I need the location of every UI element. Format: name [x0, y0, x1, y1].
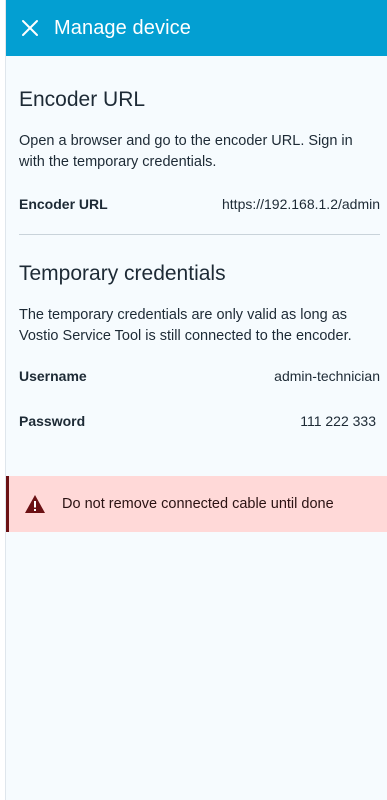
- divider: [19, 234, 380, 235]
- encoder-url-description: Open a browser and go to the encoder URL…: [19, 133, 353, 170]
- main-content: Encoder URL Open a browser and go to the…: [6, 87, 387, 431]
- password-row: Password 111 222 333: [19, 411, 380, 431]
- close-button[interactable]: [6, 0, 54, 56]
- page-title: Manage device: [54, 16, 191, 39]
- warning-triangle-icon: [24, 493, 46, 515]
- top-app-bar: Manage device: [6, 0, 387, 56]
- password-value[interactable]: 111 222 333: [300, 413, 376, 429]
- encoder-url-heading: Encoder URL: [19, 88, 146, 111]
- warning-text: Do not remove connected cable until done: [62, 496, 334, 512]
- close-icon: [21, 19, 39, 37]
- encoder-url-value[interactable]: https://192.168.1.2/admin: [222, 196, 380, 212]
- username-label: Username: [19, 368, 87, 384]
- encoder-url-label: Encoder URL: [19, 196, 108, 212]
- encoder-url-row: Encoder URL https://192.168.1.2/admin: [19, 194, 380, 214]
- temporary-credentials-description: The temporary credentials are only valid…: [19, 307, 352, 344]
- manage-device-screen: Manage device Encoder URL Open a browser…: [5, 0, 387, 800]
- password-label: Password: [19, 413, 86, 429]
- warning-banner: Do not remove connected cable until done: [6, 476, 387, 532]
- username-row: Username admin-technician: [19, 366, 380, 386]
- username-value[interactable]: admin-technician: [274, 368, 380, 384]
- temporary-credentials-heading: Temporary credentials: [19, 262, 226, 285]
